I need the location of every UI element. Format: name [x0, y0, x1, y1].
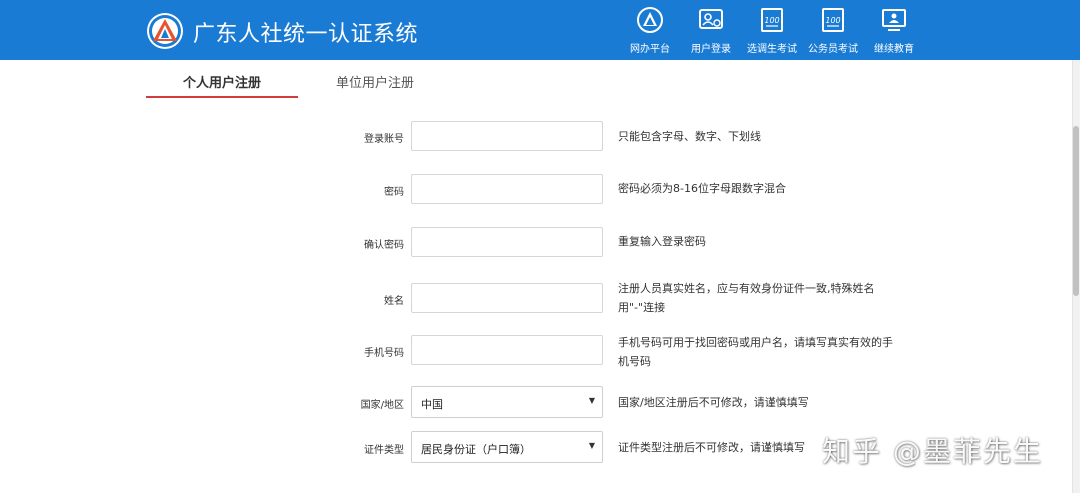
name-label: 姓名	[384, 296, 404, 307]
phone-hint-line1: 手机号码可用于找回密码或用户名，请填写真实有效的手	[618, 336, 893, 349]
tab-personal-registration[interactable]: 个人用户注册	[146, 72, 298, 98]
password-hint: 密码必须为8-16位字母跟数字混合	[618, 182, 786, 195]
account-hint: 只能包含字母、数字、下划线	[618, 130, 761, 143]
confirm-password-label: 确认密码	[364, 240, 404, 251]
exam-100-icon: 100	[822, 8, 844, 32]
password-input[interactable]	[411, 174, 603, 204]
site-title: 广东人社统一认证系统	[193, 22, 419, 47]
confirm-password-input[interactable]	[411, 227, 603, 257]
zhihu-watermark: 知乎 @墨菲先生	[822, 435, 1043, 468]
exam-100-icon: 100	[761, 8, 783, 32]
password-label: 密码	[384, 187, 404, 198]
confirm-password-hint: 重复输入登录密码	[618, 235, 706, 248]
phone-hint-line2: 机号码	[618, 355, 651, 368]
country-label: 国家/地区	[360, 400, 404, 411]
tab-organization-registration[interactable]: 单位用户注册	[310, 72, 440, 98]
user-card-icon	[699, 9, 723, 29]
form-row-phone: 手机号码 手机号码可用于找回密码或用户名，请填写真实有效的手 机号码	[0, 335, 1080, 369]
emblem-icon	[637, 7, 663, 33]
nav-label: 用户登录	[691, 44, 731, 55]
id-type-select[interactable]: 居民身份证（户口簿） ▼	[411, 431, 603, 463]
account-label: 登录账号	[364, 134, 404, 145]
site-logo[interactable]	[147, 13, 183, 49]
form-row-country: 国家/地区 中国 ▼ 国家/地区注册后不可修改，请谨慎填写	[0, 386, 1080, 420]
form-row-confirm-password: 确认密码 重复输入登录密码	[0, 227, 1080, 261]
nav-user-login[interactable]: 用户登录	[678, 4, 744, 56]
logo-emblem-icon	[149, 15, 181, 47]
name-hint-line1: 注册人员真实姓名，应与有效身份证件一致,特殊姓名	[618, 282, 875, 295]
nav-label: 选调生考试	[747, 44, 797, 55]
form-row-account: 登录账号 只能包含字母、数字、下划线	[0, 121, 1080, 155]
dropdown-arrow-icon: ▼	[588, 441, 595, 450]
education-monitor-icon	[882, 9, 906, 31]
nav-label: 网办平台	[630, 44, 670, 55]
nav-civil-service-exam[interactable]: 100 公务员考试	[800, 4, 866, 56]
page-scrollbar[interactable]	[1072, 60, 1080, 493]
phone-input[interactable]	[411, 335, 603, 365]
svg-text:100: 100	[825, 16, 840, 25]
nav-selection-exam[interactable]: 100 选调生考试	[739, 4, 805, 56]
id-type-label: 证件类型	[364, 445, 404, 456]
svg-text:100: 100	[764, 16, 779, 25]
id-type-selected-value: 居民身份证（户口簿）	[421, 443, 531, 456]
id-type-hint: 证件类型注册后不可修改，请谨慎填写	[618, 441, 805, 454]
country-selected-value: 中国	[421, 398, 443, 411]
phone-label: 手机号码	[364, 348, 404, 359]
nav-continuing-education[interactable]: 继续教育	[861, 4, 927, 56]
name-input[interactable]	[411, 283, 603, 313]
form-row-password: 密码 密码必须为8-16位字母跟数字混合	[0, 174, 1080, 208]
nav-online-platform[interactable]: 网办平台	[617, 4, 683, 56]
scrollbar-thumb[interactable]	[1073, 126, 1079, 296]
account-input[interactable]	[411, 121, 603, 151]
country-hint: 国家/地区注册后不可修改，请谨慎填写	[618, 396, 809, 409]
form-row-name: 姓名 注册人员真实姓名，应与有效身份证件一致,特殊姓名 用"-"连接	[0, 282, 1080, 317]
header-bar: 广东人社统一认证系统 网办平台 用户登录 100 选调生考试 100 公务员考试…	[0, 0, 1080, 60]
nav-label: 继续教育	[874, 44, 914, 55]
nav-label: 公务员考试	[808, 44, 858, 55]
dropdown-arrow-icon: ▼	[588, 396, 595, 405]
name-hint-line2: 用"-"连接	[618, 301, 666, 314]
country-select[interactable]: 中国 ▼	[411, 386, 603, 418]
